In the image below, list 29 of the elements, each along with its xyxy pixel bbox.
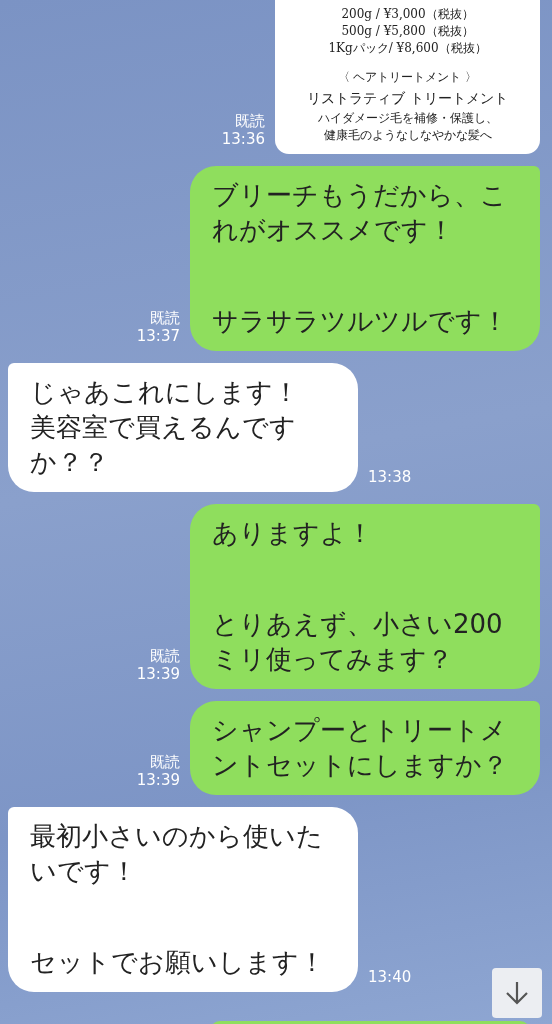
message-text: 最初小さいのから使いたいです！ bbox=[30, 820, 324, 888]
image-message[interactable]: 200g / ¥3,000（税抜） 500g / ¥5,800（税抜） 1Kgパック/ ¥8,600（税抜） 〈 ヘアトリートメント 〉 リストラティブ トリートメント ハイダメージ毛を補修・保護し、 健康毛のようなしなやかな髪へ bbox=[275, 0, 540, 154]
message-time: 13:40 bbox=[368, 968, 412, 986]
read-receipt: 既読 bbox=[150, 647, 180, 665]
card-text: ハイダメージ毛を補修・保護し、 bbox=[317, 110, 498, 127]
message-text: 美容室で買えるんですか？？ bbox=[30, 411, 297, 479]
card-text: 500g / ¥5,800（税抜） bbox=[341, 23, 474, 40]
read-receipt: 既読 bbox=[235, 112, 265, 130]
card-text: 1Kgパック/ ¥8,600（税抜） bbox=[328, 40, 487, 57]
card-text: 〈 ヘアトリートメント 〉 bbox=[337, 69, 478, 86]
message-text: シャンプーとトリートメントセットにしますか？ bbox=[212, 714, 509, 782]
message-time: 13:39 bbox=[136, 771, 180, 789]
message-text: とりあえず、小さい200ミリ使ってみます？ bbox=[212, 608, 504, 676]
card-text: 200g / ¥3,000（税抜） bbox=[341, 6, 474, 23]
message-time: 13:37 bbox=[136, 327, 180, 345]
message-time: 13:36 bbox=[221, 130, 265, 148]
card-text: 健康毛のようなしなやかな髪へ bbox=[323, 127, 492, 144]
message-text: サラサラツルツルです！ bbox=[212, 305, 509, 338]
message-time: 13:38 bbox=[368, 468, 412, 486]
down-arrow-icon bbox=[505, 980, 529, 1006]
card-text: リストラティブ トリートメント bbox=[307, 89, 508, 108]
message-text: ブリーチもうだから、これがオススメです！ bbox=[212, 179, 508, 247]
read-receipt: 既読 bbox=[150, 753, 180, 771]
message-text: セットでお願いします！ bbox=[30, 946, 326, 979]
message-text: ありますよ！ bbox=[212, 517, 374, 550]
read-receipt: 既読 bbox=[150, 309, 180, 327]
scroll-down-button[interactable] bbox=[492, 968, 542, 1018]
message-time: 13:39 bbox=[136, 665, 180, 683]
message-text: じゃあこれにします！ bbox=[30, 376, 300, 409]
